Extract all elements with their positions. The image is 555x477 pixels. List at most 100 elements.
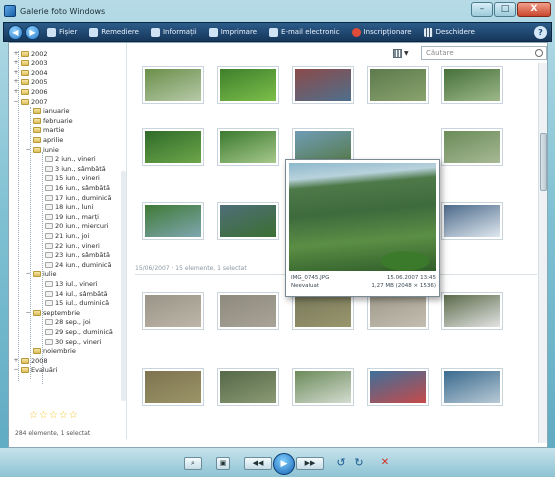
tree-item[interactable]: − Evaluări: [13, 366, 57, 375]
collapse-icon[interactable]: −: [13, 367, 19, 373]
expand-icon[interactable]: [25, 108, 31, 114]
expand-icon[interactable]: [37, 291, 43, 297]
tree-item[interactable]: ianuarie: [25, 107, 70, 116]
view-options-button[interactable]: ▼: [393, 47, 415, 59]
tree-item[interactable]: +2004: [13, 68, 47, 77]
expand-icon[interactable]: [37, 319, 43, 325]
tree-item[interactable]: aprilie: [25, 135, 63, 144]
next-button[interactable]: ▶▶: [296, 457, 324, 470]
search-input[interactable]: Căutare: [421, 46, 547, 60]
tree-item[interactable]: +2006: [13, 87, 47, 96]
star-icon[interactable]: ☆: [29, 411, 38, 421]
expand-icon[interactable]: [37, 195, 43, 201]
help-icon[interactable]: ?: [534, 25, 547, 39]
zoom-button[interactable]: ⌕: [184, 457, 202, 470]
expand-icon[interactable]: [37, 156, 43, 162]
tree-item[interactable]: − septembrie: [25, 308, 80, 317]
expand-icon[interactable]: [37, 262, 43, 268]
expand-icon[interactable]: +: [13, 79, 19, 85]
expand-icon[interactable]: [37, 214, 43, 220]
rotate-right-button[interactable]: ↻: [352, 457, 366, 470]
photo-thumbnail[interactable]: [143, 129, 203, 165]
photo-thumbnail[interactable]: [218, 67, 278, 103]
tree-item[interactable]: +2008: [13, 356, 47, 365]
fit-button[interactable]: ▣: [216, 457, 230, 470]
tree-item[interactable]: 2 iun., vineri: [37, 155, 96, 164]
tree-item[interactable]: 30 sep., vineri: [37, 337, 101, 346]
expand-icon[interactable]: [25, 137, 31, 143]
photo-thumbnail[interactable]: [293, 293, 353, 329]
info-button[interactable]: Informații: [146, 24, 202, 40]
slideshow-button[interactable]: ▶: [273, 453, 295, 475]
tree-item[interactable]: 29 sep., duminică: [37, 327, 113, 336]
photo-thumbnail[interactable]: [442, 67, 502, 103]
photo-thumbnail[interactable]: [218, 369, 278, 405]
photo-thumbnail[interactable]: [143, 293, 203, 329]
photo-thumbnail[interactable]: [293, 369, 353, 405]
tree-item[interactable]: 19 iun., marți: [37, 212, 99, 221]
expand-icon[interactable]: +: [13, 88, 19, 95]
minimize-button[interactable]: –: [471, 2, 493, 17]
rotate-left-button[interactable]: ↺: [334, 457, 348, 470]
expand-icon[interactable]: [37, 233, 43, 239]
tree-item[interactable]: 28 sep., joi: [37, 318, 91, 327]
photo-thumbnail[interactable]: [218, 203, 278, 239]
email-button[interactable]: E-mail electronic: [264, 24, 345, 40]
tree-item[interactable]: +2005: [13, 78, 47, 87]
back-button[interactable]: ◀: [8, 24, 23, 40]
expand-icon[interactable]: [37, 281, 43, 287]
expand-icon[interactable]: [37, 339, 43, 345]
expand-icon[interactable]: [25, 348, 31, 354]
expand-icon[interactable]: +: [13, 50, 19, 57]
expand-icon[interactable]: +: [13, 60, 19, 66]
expand-icon[interactable]: [37, 223, 43, 229]
vertical-scrollbar[interactable]: [538, 63, 547, 443]
tree-item[interactable]: 24 iun., duminică: [37, 260, 111, 269]
expand-icon[interactable]: [37, 185, 43, 191]
tree-item[interactable]: februarie: [25, 116, 73, 125]
previous-button[interactable]: ◀◀: [244, 457, 272, 470]
photo-thumbnail[interactable]: [368, 293, 428, 329]
fix-button[interactable]: Remediere: [84, 24, 144, 40]
tree-item[interactable]: − 2007: [13, 97, 47, 106]
collapse-icon[interactable]: −: [25, 271, 31, 277]
photo-thumbnail[interactable]: [143, 203, 203, 239]
tree-item[interactable]: 22 iun., vineri: [37, 241, 100, 250]
expand-icon[interactable]: [37, 300, 43, 306]
expand-icon[interactable]: [37, 252, 43, 258]
star-icon[interactable]: ☆: [69, 411, 78, 421]
collapse-icon[interactable]: −: [25, 146, 31, 153]
scrollbar-thumb[interactable]: [540, 133, 547, 191]
tree-item[interactable]: 20 iun., miercuri: [37, 222, 108, 231]
star-icon[interactable]: ☆: [59, 411, 68, 421]
tree-item[interactable]: 13 iul., vineri: [37, 279, 98, 288]
tree-item[interactable]: − iulie: [25, 270, 56, 279]
photo-thumbnail[interactable]: [218, 129, 278, 165]
expand-icon[interactable]: [37, 166, 43, 172]
star-icon[interactable]: ☆: [39, 411, 48, 421]
expand-icon[interactable]: [37, 243, 43, 249]
expand-icon[interactable]: [37, 204, 43, 210]
tree-item[interactable]: 15 iul., duminică: [37, 299, 109, 308]
tree-item[interactable]: 18 iun., luni: [37, 203, 93, 212]
tree-item[interactable]: +2002: [13, 49, 47, 58]
photo-thumbnail[interactable]: [218, 293, 278, 329]
collapse-icon[interactable]: −: [25, 309, 31, 316]
collapse-icon[interactable]: −: [13, 98, 19, 105]
rating-filter[interactable]: ☆ ☆ ☆ ☆ ☆: [29, 411, 78, 421]
maximize-button[interactable]: □: [494, 2, 516, 17]
expand-icon[interactable]: [25, 118, 31, 124]
open-menu[interactable]: Deschidere: [419, 24, 480, 40]
photo-thumbnail[interactable]: [293, 67, 353, 103]
tree-item[interactable]: 14 iul., sâmbătă: [37, 289, 108, 298]
star-icon[interactable]: ☆: [49, 411, 58, 421]
photo-thumbnail[interactable]: [442, 203, 502, 239]
expand-icon[interactable]: [25, 127, 31, 133]
tree-item[interactable]: +2003: [13, 59, 47, 68]
photo-thumbnail[interactable]: [143, 369, 203, 405]
expand-icon[interactable]: [37, 175, 43, 181]
photo-thumbnail[interactable]: [442, 369, 502, 405]
tree-item[interactable]: noiembrie: [25, 347, 76, 356]
photo-thumbnail[interactable]: [442, 129, 502, 165]
tree-item[interactable]: 17 iun., duminică: [37, 193, 111, 202]
